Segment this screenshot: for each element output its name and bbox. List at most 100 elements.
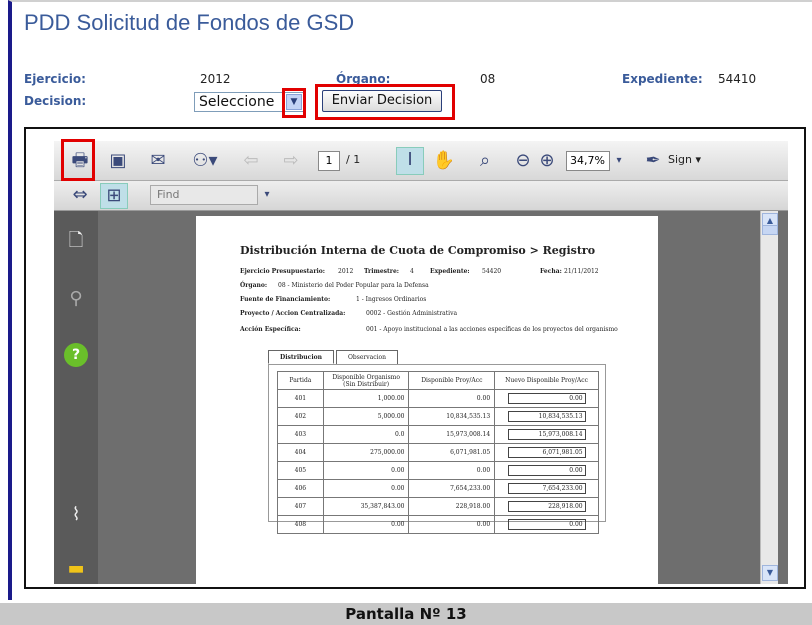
pages-icon[interactable]: 🗋 xyxy=(64,229,88,253)
sign-label: Sign xyxy=(668,153,692,166)
nuevo-disponible-input[interactable]: 228,918.00 xyxy=(507,501,586,512)
distribucion-table: Partida Disponible Organismo (Sin Distri… xyxy=(277,371,599,534)
ejercicio-value: 2012 xyxy=(200,72,231,86)
pdf-organo-label: Órgano: xyxy=(240,282,268,289)
table-row: 403 0.0 15,973,008.14 15,973,008.14 xyxy=(277,425,599,444)
save-icon[interactable]: ▣ xyxy=(106,149,130,173)
select-text-icon[interactable]: I xyxy=(396,147,424,175)
pdf-toolbar-secondary: ⇔ ⊞ Find ▾ xyxy=(54,181,788,211)
zoom-input[interactable]: 34,7% xyxy=(566,151,610,171)
partida-cell: 401 xyxy=(277,389,324,408)
table-row: 404 275,000.00 6,071,981.05 6,071,981.05 xyxy=(277,443,599,462)
scroll-down-icon[interactable]: ▼ xyxy=(762,565,778,581)
nuevo-disponible-input[interactable]: 0.00 xyxy=(507,519,586,530)
help-icon[interactable]: ? xyxy=(64,343,88,367)
nuevo-disponible-input[interactable]: 0.00 xyxy=(507,465,586,476)
table-row: 402 5,000.00 10,834,535.13 10,834,535.13 xyxy=(277,407,599,426)
zoom-in-icon[interactable]: ⊕ xyxy=(536,149,558,173)
nuevo-disponible-input[interactable]: 6,071,981.05 xyxy=(507,447,586,458)
vertical-scrollbar[interactable]: ▲ ▼ xyxy=(760,211,778,584)
pdf-fuente-value: 1 - Ingresos Ordinarios xyxy=(356,296,427,303)
table-row: 406 0.00 7,654,233.00 7,654,233.00 xyxy=(277,479,599,498)
scroll-thumb[interactable] xyxy=(762,225,778,235)
partida-cell: 405 xyxy=(277,461,324,480)
next-page-icon[interactable]: ⇨ xyxy=(280,149,302,173)
pdf-expediente-label: Expediente: xyxy=(430,268,470,275)
folder-icon[interactable]: ▬ xyxy=(64,557,88,581)
bookmarks-icon[interactable]: ⚲ xyxy=(64,287,88,311)
nuevo-disponible-input[interactable]: 0.00 xyxy=(507,393,586,404)
hand-tool-icon[interactable]: ✋ xyxy=(432,149,456,173)
highlight-print-icon xyxy=(61,139,95,181)
zoom-dropdown-icon[interactable]: ▾ xyxy=(612,149,626,173)
nuevo-disponible-input[interactable]: 10,834,535.13 xyxy=(507,411,586,422)
fit-width-icon[interactable]: ⇔ xyxy=(68,183,92,207)
pdf-side-panel: 🗋 ⚲ ? ⌇ ▬ xyxy=(54,211,98,584)
disponible-organismo-cell: 0.00 xyxy=(322,461,410,480)
tab-observacion[interactable]: Observacion xyxy=(336,350,398,364)
partida-cell: 403 xyxy=(277,425,324,444)
highlight-select-arrow xyxy=(282,88,306,118)
expediente-label: Expediente: xyxy=(622,72,703,86)
pdf-accion-value: 001 - Apoyo institucional a las acciones… xyxy=(366,326,618,333)
disponible-proy-cell: 228,918.00 xyxy=(408,497,496,516)
expediente-value: 54410 xyxy=(718,72,757,86)
organo-value: 08 xyxy=(480,72,496,86)
partida-cell: 408 xyxy=(277,515,324,534)
previous-page-icon[interactable]: ⇦ xyxy=(240,149,262,173)
sign-pen-icon[interactable]: ✒ xyxy=(642,149,664,173)
highlight-submit-button xyxy=(315,84,455,120)
column-header-nuevo-disponible: Nuevo Disponible Proy/Acc xyxy=(494,371,599,390)
page-number-input[interactable]: 1 xyxy=(318,151,340,171)
disponible-proy-cell: 0.00 xyxy=(408,515,496,534)
pdf-fuente-label: Fuente de Financiamiento: xyxy=(240,296,331,303)
table-row: 408 0.00 0.00 0.00 xyxy=(277,515,599,534)
decision-label: Decision: xyxy=(24,94,87,108)
disponible-organismo-cell: 1,000.00 xyxy=(322,389,410,408)
screen-caption: Pantalla Nº 13 xyxy=(0,603,812,625)
pdf-accion-label: Acción Específica: xyxy=(240,326,301,333)
partida-cell: 404 xyxy=(277,443,324,462)
disponible-organismo-cell: 0.00 xyxy=(322,479,410,498)
find-input[interactable]: Find xyxy=(150,185,258,205)
sign-menu[interactable]: Sign ▾ xyxy=(668,153,701,166)
pdf-page: Distribución Interna de Cuota de Comprom… xyxy=(196,216,658,584)
disponible-proy-cell: 10,834,535.13 xyxy=(408,407,496,426)
pdf-trimestre-label: Trimestre: xyxy=(364,268,399,275)
ejercicio-label: Ejercicio: xyxy=(24,72,86,86)
zoom-out-icon[interactable]: ⊖ xyxy=(512,149,534,173)
disponible-proy-cell: 0.00 xyxy=(408,389,496,408)
nuevo-disponible-input[interactable]: 7,654,233.00 xyxy=(507,483,586,494)
pdf-ejercicio-value: 2012 xyxy=(338,268,354,275)
disponible-organismo-cell: 5,000.00 xyxy=(322,407,410,426)
pdf-proyecto-label: Proyecto / Accion Centralizada: xyxy=(240,310,346,317)
table-row: 407 35,387,843.00 228,918.00 228,918.00 xyxy=(277,497,599,516)
table-row: 405 0.00 0.00 0.00 xyxy=(277,461,599,480)
partida-cell: 402 xyxy=(277,407,324,426)
email-icon[interactable]: ✉ xyxy=(144,149,172,173)
pdf-proyecto-value: 0002 - Gestión Administrativa xyxy=(366,310,458,317)
tab-distribucion[interactable]: Distribucion xyxy=(268,350,334,364)
partida-cell: 407 xyxy=(277,497,324,516)
attachment-icon[interactable]: ⌇ xyxy=(64,503,88,527)
marquee-zoom-icon[interactable]: ⌕ xyxy=(472,149,498,173)
disponible-organismo-cell: 0.00 xyxy=(322,515,410,534)
share-icon[interactable]: ⚇▾ xyxy=(188,149,222,173)
disponible-organismo-cell: 0.0 xyxy=(322,425,410,444)
page-title: PDD Solicitud de Fondos de GSD xyxy=(24,10,355,35)
disponible-proy-cell: 7,654,233.00 xyxy=(408,479,496,498)
decision-select-value: Seleccione xyxy=(199,94,275,110)
pdf-title: Distribución Interna de Cuota de Comprom… xyxy=(240,244,596,257)
disponible-proy-cell: 0.00 xyxy=(408,461,496,480)
nuevo-disponible-input[interactable]: 15,973,008.14 xyxy=(507,429,586,440)
distribucion-table-container: Partida Disponible Organismo (Sin Distri… xyxy=(268,364,606,534)
pdf-expediente-value: 54420 xyxy=(482,268,502,275)
find-dropdown-icon[interactable]: ▾ xyxy=(260,183,274,207)
column-header-disponible-organismo: Disponible Organismo (Sin Distribuir) xyxy=(322,371,410,390)
page-total: / 1 xyxy=(346,153,361,166)
disponible-proy-cell: 6,071,981.05 xyxy=(408,443,496,462)
table-row: 401 1,000.00 0.00 0.00 xyxy=(277,389,599,408)
pdf-fecha-label: Fecha: xyxy=(540,268,562,275)
pdf-trimestre-value: 4 xyxy=(410,268,414,275)
fit-page-icon[interactable]: ⊞ xyxy=(100,183,128,209)
